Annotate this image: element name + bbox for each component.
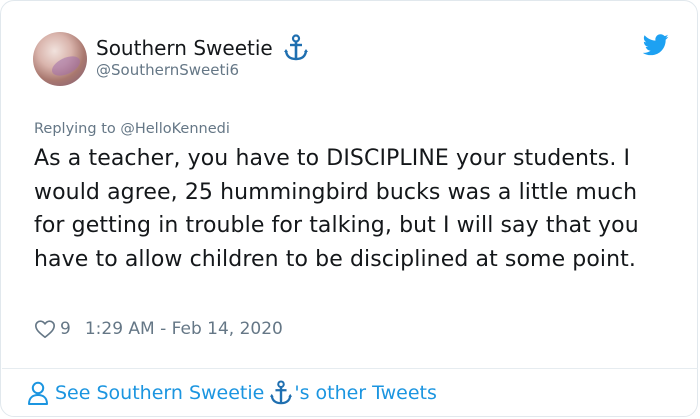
- avatar[interactable]: [33, 32, 87, 86]
- reply-context: Replying to @HelloKennedi: [34, 121, 230, 137]
- anchor-icon: [270, 380, 293, 405]
- author-handle[interactable]: @SouthernSweeti6: [96, 61, 239, 79]
- footer-suffix[interactable]: 's other Tweets: [294, 382, 437, 404]
- anchor-icon: [283, 34, 308, 61]
- see-other-tweets-link[interactable]: See Southern Sweetie 's other Tweets: [27, 380, 437, 406]
- author-name-row[interactable]: Southern Sweetie: [96, 34, 309, 62]
- like-count[interactable]: 9: [60, 319, 71, 339]
- person-icon: [28, 381, 48, 405]
- tweet-card: Southern Sweetie @SouthernSweeti6 Replyi…: [0, 0, 698, 417]
- heart-icon[interactable]: [34, 318, 56, 340]
- footer-prefix[interactable]: See Southern Sweetie: [55, 382, 264, 404]
- tweet-meta: 9 1:29 AM - Feb 14, 2020: [34, 318, 283, 340]
- reply-to-link[interactable]: @HelloKennedi: [120, 121, 230, 137]
- divider: [2, 368, 698, 369]
- tweet-text: As a teacher, you have to DISCIPLINE you…: [34, 146, 639, 272]
- tweet-timestamp[interactable]: 1:29 AM - Feb 14, 2020: [85, 319, 283, 339]
- twitter-bird-icon[interactable]: [643, 34, 669, 56]
- reply-prefix: Replying to: [34, 121, 116, 137]
- author-name[interactable]: Southern Sweetie: [96, 36, 273, 60]
